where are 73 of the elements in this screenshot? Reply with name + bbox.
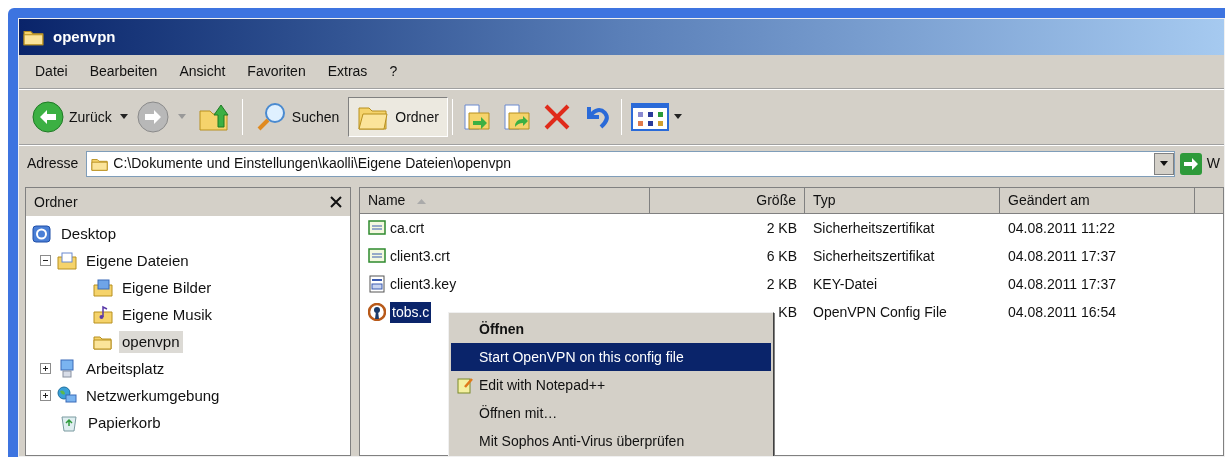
table-cell-text: KB (778, 302, 797, 322)
table-cell-text: KEY-Datei (813, 274, 878, 294)
table-cell-text: 04.08.2011 11:22 (1008, 218, 1115, 238)
column-header[interactable]: Typ (805, 188, 1000, 214)
menu-item[interactable]: Extras (327, 61, 368, 82)
file-name[interactable]: client3.crt (390, 245, 450, 267)
dropdown-caret-icon (119, 114, 128, 120)
window-title: openvpn (53, 26, 116, 47)
menu-item[interactable]: Bearbeiten (89, 61, 158, 82)
tree-item[interactable]: openvpn (119, 330, 183, 353)
file-icon (368, 275, 386, 293)
table-cell-text: 6 KB (766, 246, 797, 266)
expand-toggle[interactable] (40, 390, 51, 401)
menu-item[interactable]: Öffnen (451, 315, 771, 343)
tree-item[interactable]: Papierkorb (85, 411, 164, 434)
table-cell-text: Sicherheitszertifikat (813, 218, 935, 238)
dropdown-caret-icon (177, 114, 186, 120)
folders-button[interactable]: Ordner (348, 97, 448, 137)
computer-icon (57, 358, 77, 379)
column-header[interactable]: Größe (650, 188, 805, 214)
table-cell-text: 2 KB (766, 274, 797, 294)
minus-icon (42, 257, 49, 264)
dropdown-button[interactable] (1153, 152, 1174, 175)
menu-item[interactable]: Ansicht (179, 61, 226, 82)
sort-arrow-icon (417, 197, 427, 204)
search-icon (255, 101, 288, 133)
dropdown-caret-icon (673, 114, 682, 120)
menu-item[interactable]: Datei (35, 61, 68, 82)
menu-item[interactable]: Edit with Notepad++ (451, 371, 771, 399)
table-cell-text: 04.08.2011 16:54 (1008, 302, 1116, 322)
pictures-folder-icon (93, 277, 113, 298)
table-cell-text: Sicherheitszertifikat (813, 246, 935, 266)
table-cell-text: OpenVPN Config File (813, 302, 947, 322)
menu-item[interactable]: ? (389, 61, 398, 82)
collapse-toggle[interactable] (40, 255, 51, 266)
tree-item[interactable]: Desktop (58, 222, 120, 245)
tree-item[interactable]: Netzwerkumgebung (83, 384, 223, 407)
folder-icon (57, 250, 77, 271)
address-label: Adresse (26, 154, 80, 173)
keyhole-icon (368, 303, 386, 321)
plus-icon (42, 365, 49, 372)
search-button[interactable]: Suchen (246, 97, 349, 137)
expand-toggle[interactable] (40, 363, 51, 374)
views-icon (629, 102, 670, 132)
menu-item[interactable]: Start OpenVPN on this config file (451, 343, 771, 371)
column-header[interactable]: Name (360, 188, 650, 214)
table-cell-text: 04.08.2011 17:37 (1008, 246, 1116, 266)
notepad-icon (456, 376, 474, 394)
address-field[interactable]: C:\Dokumente und Einstellungen\kaolli\Eigene Dateien\openvpn (86, 150, 1175, 177)
close-icon[interactable] (330, 196, 342, 208)
file-name[interactable]: tobs.c (390, 301, 432, 323)
menu-item[interactable]: Favoriten (247, 61, 306, 82)
menu-item[interactable]: Öffnen mit… (451, 399, 771, 427)
menu-item[interactable]: Mit Sophos Anti-Virus überprüfen (451, 427, 771, 455)
certificate-icon (368, 219, 386, 237)
file-name[interactable]: client3.key (390, 273, 457, 295)
file-name[interactable]: ca.crt (390, 217, 425, 239)
certificate-icon (368, 247, 386, 265)
dropdown-caret-icon (1159, 160, 1168, 167)
tree-item[interactable]: Eigene Dateien (83, 249, 192, 272)
desktop-icon (32, 223, 52, 244)
network-icon (57, 385, 77, 406)
tree-item[interactable]: Arbeitsplatz (83, 357, 168, 380)
tree-item[interactable]: Eigene Musik (119, 303, 216, 326)
music-folder-icon (93, 304, 113, 325)
plus-icon (42, 392, 49, 399)
table-cell-text: 04.08.2011 17:37 (1008, 274, 1116, 294)
column-header[interactable]: Geändert am (1000, 188, 1195, 214)
back-button[interactable]: Zurück (27, 97, 132, 137)
tree-item[interactable]: Eigene Bilder (119, 276, 215, 299)
table-cell-text: 2 KB (766, 218, 797, 238)
go-button[interactable]: W (1178, 151, 1220, 176)
pane-title: Ordner (34, 192, 78, 212)
